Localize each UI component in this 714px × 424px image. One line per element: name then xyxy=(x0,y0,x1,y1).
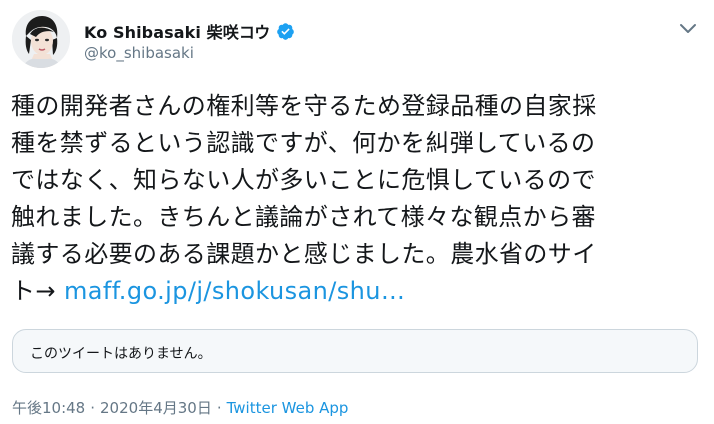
tweet-text-line: 議する必要のある課題かと感じました。農水省のサイ xyxy=(11,240,597,268)
tweet-date[interactable]: 2020年4月30日 xyxy=(100,397,212,418)
tweet-meta: 午後10:48 · 2020年4月30日 · Twitter Web App xyxy=(12,397,348,418)
display-name[interactable]: Ko Shibasaki 柴咲コウ xyxy=(84,19,270,43)
tweet-header: Ko Shibasaki 柴咲コウ @ko_shibasaki xyxy=(12,10,702,70)
tweet-text-line: 種の開発者さんの権利等を守るため登録品種の自家採 xyxy=(11,92,597,120)
more-options-icon[interactable] xyxy=(676,16,700,40)
meta-separator: · xyxy=(216,398,222,417)
tweet-text: 種の開発者さんの権利等を守るため登録品種の自家採 種を禁ずるという認識ですが、何… xyxy=(11,88,701,310)
name-block: Ko Shibasaki 柴咲コウ @ko_shibasaki xyxy=(84,20,295,62)
tweet-text-line: 触れました。きちんと議論がされて様々な観点から審 xyxy=(11,203,596,231)
avatar-image xyxy=(12,10,70,68)
tweet-text-line: ではなく、知らない人が多いことに危惧しているので xyxy=(11,166,596,194)
display-name-row: Ko Shibasaki 柴咲コウ xyxy=(84,20,295,42)
quoted-tweet-unavailable-text: このツイートはありません。 xyxy=(30,346,212,362)
user-handle[interactable]: @ko_shibasaki xyxy=(84,44,295,62)
tweet-source-link[interactable]: Twitter Web App xyxy=(227,399,349,417)
tweet-text-line: 種を禁ずるという認識ですが、何かを糾弾しているの xyxy=(11,129,596,157)
tweet-card: Ko Shibasaki 柴咲コウ @ko_shibasaki 種の開発者さんの… xyxy=(0,0,714,424)
verified-badge-icon xyxy=(276,22,295,41)
quoted-tweet-unavailable: このツイートはありません。 xyxy=(12,329,698,373)
avatar[interactable] xyxy=(12,10,70,68)
tweet-link[interactable]: maff.go.jp/j/shokusan/shu… xyxy=(64,277,405,305)
meta-separator: · xyxy=(90,398,96,417)
tweet-text-line: ト→ xyxy=(11,277,64,305)
tweet-timestamp[interactable]: 午後10:48 xyxy=(12,397,85,418)
